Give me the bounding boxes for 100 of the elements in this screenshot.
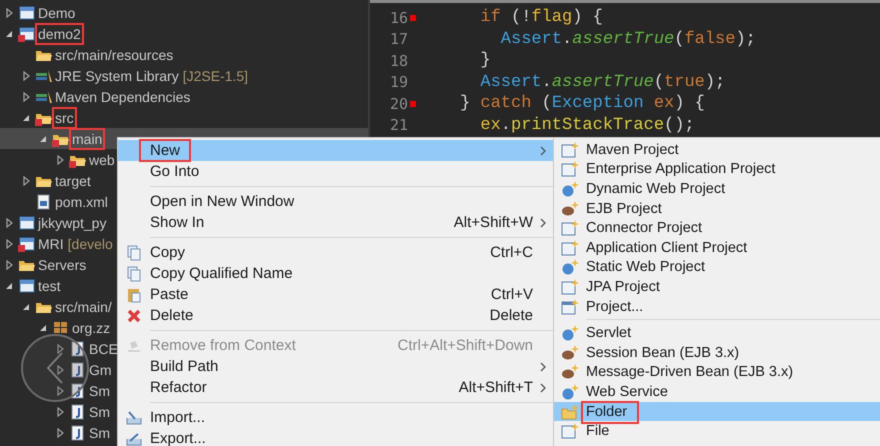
bean-star-icon (561, 344, 579, 361)
expand-arrow-icon[interactable] (4, 260, 14, 270)
menu-item[interactable]: Connector Project (554, 218, 880, 238)
expand-arrow-icon[interactable] (4, 238, 14, 248)
tree-item-label[interactable]: target (55, 172, 91, 188)
globe-star-icon (561, 259, 579, 276)
code-line: if (!flag) { (480, 8, 603, 28)
tree-item-label[interactable]: Demo (38, 4, 76, 20)
expand-arrow-icon[interactable] (21, 176, 31, 186)
line-number: 17 (388, 30, 408, 48)
globe-star-icon (561, 384, 579, 400)
tree-item-decoration: [J2SE-1.5] (182, 68, 248, 84)
document-star-icon (561, 161, 579, 178)
menu-item[interactable]: Go Into (118, 161, 553, 182)
collapse-arrow-icon[interactable] (38, 134, 48, 144)
menu-item[interactable]: Build Path (118, 356, 553, 377)
menu-item[interactable]: Delete Delete (118, 305, 553, 326)
document-star-icon (561, 423, 579, 440)
menu-item[interactable]: New (118, 140, 553, 161)
line-number: 20 (388, 94, 408, 113)
bean-star-icon (561, 364, 579, 380)
project-icon (18, 278, 36, 294)
menu-item[interactable]: Session Bean (EJB 3.x) (554, 342, 880, 363)
line-number: 19 (388, 73, 408, 92)
collapse-arrow-icon[interactable] (21, 302, 31, 312)
tree-item-label[interactable]: pom.xml (55, 194, 108, 210)
expand-arrow-icon[interactable] (55, 154, 65, 164)
tree-item-label[interactable]: src (55, 110, 74, 126)
menu-item[interactable]: EJB Project (554, 198, 880, 218)
expand-arrow-icon[interactable] (55, 364, 65, 374)
menu-item[interactable]: Servlet (554, 323, 880, 343)
tree-item-label[interactable]: Maven Dependencies (55, 88, 190, 104)
tree-item-label[interactable]: src/main/ (55, 298, 112, 314)
tree-item-label[interactable]: test (38, 278, 61, 294)
tree-item-label[interactable]: Servers (38, 256, 86, 272)
tree-item-label[interactable]: JRE System Library (55, 68, 179, 84)
code-line: ex.printStackTrace(); (480, 116, 695, 135)
menu-item[interactable]: Show In Alt+Shift+W (118, 212, 553, 233)
code-line: } catch (Exception ex) { (460, 94, 705, 114)
expand-arrow-icon[interactable] (55, 406, 65, 416)
tree-item-label[interactable]: demo2 (38, 26, 81, 42)
line-number: 21 (388, 116, 408, 134)
tree-item-decoration: [develo (68, 236, 113, 252)
menu-item[interactable]: JPA Project (554, 277, 880, 297)
menu-item[interactable]: Import... (118, 407, 553, 428)
menu-item[interactable]: Refactor Alt+Shift+T (118, 377, 553, 398)
menu-item[interactable]: Static Web Project (554, 258, 880, 278)
collapse-arrow-icon[interactable] (4, 280, 14, 290)
menu-item[interactable]: Folder (554, 402, 880, 422)
menu-item[interactable]: Dynamic Web Project (554, 179, 880, 199)
tree-item-label[interactable]: org.zz (72, 320, 110, 336)
tree-item-label[interactable]: web (89, 152, 115, 168)
code-line: } (480, 51, 491, 70)
collapse-arrow-icon[interactable] (4, 28, 14, 38)
menu-item[interactable]: Copy Qualified Name (118, 263, 553, 284)
expand-arrow-icon[interactable] (21, 70, 31, 80)
paste-icon (126, 286, 142, 302)
menu-item[interactable]: Maven Project (554, 140, 880, 160)
menu-item[interactable]: Project... (554, 296, 880, 316)
tree-item-label[interactable]: Sm (89, 404, 110, 420)
menu-item[interactable]: Export... (118, 428, 553, 446)
menu-item[interactable]: Web Service (554, 382, 880, 402)
expand-arrow-icon[interactable] (55, 344, 65, 354)
document-star-icon (561, 240, 579, 256)
document-star-icon (561, 142, 579, 158)
tree-item-label[interactable]: BCE (89, 340, 118, 356)
expand-arrow-icon[interactable] (55, 386, 65, 396)
expand-arrow-icon[interactable] (4, 218, 14, 228)
import-icon (126, 410, 142, 426)
document-star-icon (561, 220, 579, 236)
expand-arrow-icon[interactable] (55, 428, 65, 438)
expand-arrow-icon[interactable] (21, 92, 31, 102)
package-icon (52, 320, 70, 336)
export-icon (126, 430, 142, 446)
copy-name-icon (126, 266, 142, 282)
menu-item[interactable]: Paste Ctrl+V (118, 284, 553, 305)
project-icon (18, 214, 36, 230)
menu-item[interactable]: Application Client Project (554, 238, 880, 258)
tree-item-label[interactable]: Sm (89, 382, 110, 398)
menu-item[interactable]: File (554, 421, 880, 441)
project-icon (18, 236, 36, 252)
tree-item-label[interactable]: Sm (89, 424, 110, 440)
collapse-arrow-icon[interactable] (21, 112, 31, 122)
collapse-arrow-icon[interactable] (38, 322, 48, 332)
tree-item-label[interactable]: main (72, 130, 102, 146)
menu-item[interactable]: Open in New Window (118, 191, 553, 212)
project-icon (18, 4, 36, 20)
expand-arrow-icon[interactable] (4, 8, 14, 18)
folder-star-icon (561, 404, 579, 420)
tree-item-label[interactable]: Gm (89, 362, 112, 378)
menu-item[interactable]: Enterprise Application Project (554, 160, 880, 180)
project-icon (18, 26, 36, 42)
code-line: Assert.assertTrue(false); (500, 30, 756, 49)
menu-item[interactable]: Copy Ctrl+C (118, 242, 553, 263)
window-star-icon (561, 298, 579, 315)
tree-item-label[interactable]: MRI (38, 236, 64, 252)
tree-item-label[interactable]: src/main/resources (55, 46, 174, 62)
tree-item-label[interactable]: jkkywpt_py (38, 214, 106, 230)
copy-icon (126, 244, 142, 260)
menu-item[interactable]: Message-Driven Bean (EJB 3.x) (554, 362, 880, 382)
